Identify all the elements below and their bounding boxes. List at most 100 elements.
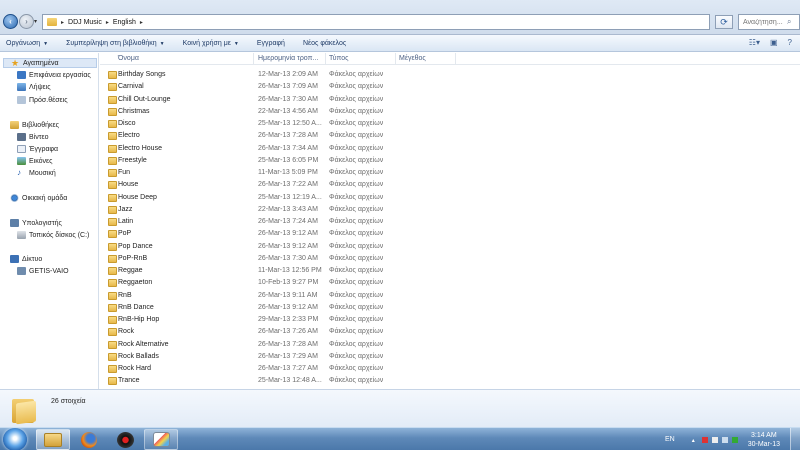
column-header-type[interactable]: Τύπος (329, 55, 349, 62)
nav-recent-places[interactable]: Πρόσ.θέσεις (17, 96, 68, 104)
chevron-right-icon[interactable]: ▸ (61, 19, 64, 26)
folder-icon (108, 279, 117, 288)
search-input[interactable] (743, 18, 787, 26)
nav-network-pc[interactable]: GETIS-VAIO (17, 267, 69, 275)
table-row[interactable]: Electro House 26-Mar-13 7:34 AM Φάκελος αρ… (100, 143, 800, 155)
table-row[interactable]: Rock 26-Mar-13 7:26 AM Φάκελος αρχείων (100, 326, 800, 338)
column-header-name[interactable]: Όνομα (118, 55, 139, 62)
file-name: Birthday Songs (118, 71, 166, 78)
nav-favorites[interactable]: ★ Αγαπημένα (3, 58, 97, 68)
forward-button[interactable]: › (19, 14, 34, 29)
search-icon[interactable]: ⌕ (787, 17, 791, 27)
column-header-size[interactable]: Μέγεθος (399, 55, 426, 62)
breadcrumb-item-english[interactable]: English (113, 19, 136, 26)
table-row[interactable]: Reggae 11-Mar-13 12:56 PM Φάκελος αρχείων (100, 265, 800, 277)
table-row[interactable]: Freestyle 25-Mar-13 6:05 PM Φάκελος αρχείω… (100, 155, 800, 167)
table-row[interactable]: RnB Dance 26-Mar-13 9:12 AM Φάκελος αρχείω… (100, 302, 800, 314)
nav-desktop[interactable]: Επιφάνεια εργασίας (17, 71, 91, 79)
table-row[interactable]: House Deep 25-Mar-13 12:19 A... Φάκελος αρ… (100, 192, 800, 204)
nav-libraries-label: Βιβλιοθήκες (22, 121, 59, 129)
table-row[interactable]: Rock Hard 26-Mar-13 7:27 AM Φάκελος αρχείω… (100, 363, 800, 375)
column-divider[interactable] (455, 53, 456, 65)
nav-pictures[interactable]: Εικόνες (17, 157, 53, 165)
table-row[interactable]: Carnival 26-Mar-13 7:09 AM Φάκελος αρχείων (100, 81, 800, 93)
table-row[interactable]: Latin 26-Mar-13 7:24 AM Φάκελος αρχείων (100, 216, 800, 228)
nav-downloads[interactable]: Λήψεις (17, 83, 51, 91)
chevron-right-icon[interactable]: ▸ (140, 19, 143, 26)
preview-pane-icon[interactable]: ▣ (770, 38, 778, 47)
clock[interactable]: 3:14 AM 30-Mar-13 (748, 431, 780, 449)
share-with-menu[interactable]: Κοινή χρήση με ▼ (183, 40, 239, 47)
folder-icon (12, 396, 37, 425)
start-button[interactable] (3, 428, 27, 450)
show-hidden-icons-icon[interactable]: ▴ (692, 437, 698, 444)
table-row[interactable]: Disco 25-Mar-13 12:50 A... Φάκελος αρχείων (100, 118, 800, 130)
network-status-icon[interactable] (711, 436, 718, 443)
breadcrumb-item-ddj-music[interactable]: DDJ Music (68, 19, 102, 26)
language-indicator[interactable]: EN (665, 436, 675, 443)
column-header-date[interactable]: Ημερομηνία τροπ... (258, 55, 318, 62)
table-row[interactable]: Electro 26-Mar-13 7:28 AM Φάκελος αρχείων (100, 130, 800, 142)
table-row[interactable]: House 26-Mar-13 7:22 AM Φάκελος αρχείων (100, 179, 800, 191)
organize-menu[interactable]: Οργάνωση ▼ (6, 40, 48, 47)
nav-computer[interactable]: Υπολογιστής (10, 219, 62, 227)
folder-icon (108, 71, 117, 79)
back-button[interactable]: ‹ (3, 14, 18, 29)
table-row[interactable]: Reggaeton 10-Feb-13 9:27 PM Φάκελος αρχείω… (100, 277, 800, 289)
burn-button[interactable]: Εγγραφή (257, 40, 285, 47)
nav-network-label: Δίκτυο (22, 255, 43, 263)
table-row[interactable]: Rock Ballads 26-Mar-13 7:29 AM Φάκελος αρχ… (100, 351, 800, 363)
search-box[interactable]: ⌕ (738, 14, 800, 30)
folder-icon (108, 230, 117, 239)
volume-icon[interactable] (721, 436, 728, 443)
table-row[interactable]: Fun 11-Mar-13 5:09 PM Φάκελος αρχείων (100, 167, 800, 179)
nav-videos[interactable]: Βίντεο (17, 133, 49, 141)
show-desktop-button[interactable] (790, 428, 800, 450)
recent-pages-chevron-icon[interactable]: ▾ (34, 18, 37, 25)
table-row[interactable]: Jazz 22-Mar-13 3:43 AM Φάκελος αρχείων (100, 204, 800, 216)
table-row[interactable]: PoP-RnB 26-Mar-13 7:30 AM Φάκελος αρχείων (100, 253, 800, 265)
file-type: Φάκελος αρχείων (329, 328, 384, 336)
taskbar: EN ▴ 3:14 AM 30-Mar-13 (0, 427, 800, 450)
table-row[interactable]: RnB 26-Mar-13 9:11 AM Φάκελος αρχείων (100, 290, 800, 302)
nav-local-disk[interactable]: Τοπικός δίσκος (C:) (17, 231, 89, 239)
table-row[interactable]: PoP 26-Mar-13 9:12 AM Φάκελος αρχείων (100, 228, 800, 240)
file-type: Φάκελος αρχείων (329, 95, 384, 103)
organize-label: Οργάνωση (6, 39, 41, 47)
column-divider[interactable] (395, 53, 396, 65)
taskbar-dj-app[interactable] (108, 429, 142, 450)
network-icon (10, 255, 19, 263)
table-row[interactable]: Christmas 22-Mar-13 4:56 AM Φάκελος αρχείω… (100, 106, 800, 118)
nav-homegroup[interactable]: Οικιακή ομάδα (10, 194, 67, 202)
file-name: RnB (118, 291, 132, 299)
nav-network[interactable]: Δίκτυο (10, 255, 42, 263)
taskbar-explorer[interactable] (36, 429, 70, 450)
table-row[interactable]: Pop Dance 26-Mar-13 9:12 AM Φάκελος αρχείω… (100, 241, 800, 253)
nav-libraries[interactable]: Βιβλιοθήκες (10, 121, 59, 129)
include-in-library-menu[interactable]: Συμπερίληψη στη βιβλιοθήκη ▼ (66, 40, 165, 47)
battery-icon[interactable] (731, 436, 738, 443)
column-divider[interactable] (253, 53, 254, 65)
table-row[interactable]: Trance 25-Mar-13 12:48 A... Φάκελος αρχείω… (100, 375, 800, 387)
taskbar-firefox[interactable] (72, 429, 106, 450)
change-view-icon[interactable]: ☷▾ (749, 38, 760, 47)
column-divider[interactable] (325, 53, 326, 65)
taskbar-paint[interactable] (144, 429, 178, 450)
new-folder-button[interactable]: Νέος φάκελος (303, 40, 346, 47)
chevron-right-icon[interactable]: ▸ (106, 19, 109, 26)
refresh-button[interactable]: ⟳ (715, 15, 733, 29)
table-row[interactable]: Rock Alternative 26-Mar-13 7:28 AM Φάκελος… (100, 339, 800, 351)
nav-recent-places-label: Πρόσ.θέσεις (29, 96, 68, 104)
table-row[interactable]: Chill Out-Lounge 26-Mar-13 7:30 AM Φάκελος… (100, 94, 800, 106)
file-name: Rock Ballads (118, 352, 159, 360)
breadcrumb[interactable]: ▸ DDJ Music ▸ English ▸ (42, 14, 710, 30)
downloads-icon (17, 83, 26, 91)
table-row[interactable]: RnB-Hip Hop 29-Mar-13 2:33 PM Φάκελος αρχε… (100, 314, 800, 326)
address-bar: ‹ › ▾ ▸ DDJ Music ▸ English ▸ ⟳ ⌕ (0, 0, 800, 35)
nav-music[interactable]: ♪ Μουσική (17, 169, 56, 177)
table-row[interactable]: Birthday Songs 12-Mar-13 2:09 AM Φάκελος α… (100, 69, 800, 81)
action-center-flag-icon[interactable] (701, 436, 708, 443)
nav-documents[interactable]: Έγγραφα (17, 145, 58, 153)
nav-favorites-label: Αγαπημένα (23, 59, 59, 67)
help-icon[interactable]: ? (788, 38, 792, 47)
